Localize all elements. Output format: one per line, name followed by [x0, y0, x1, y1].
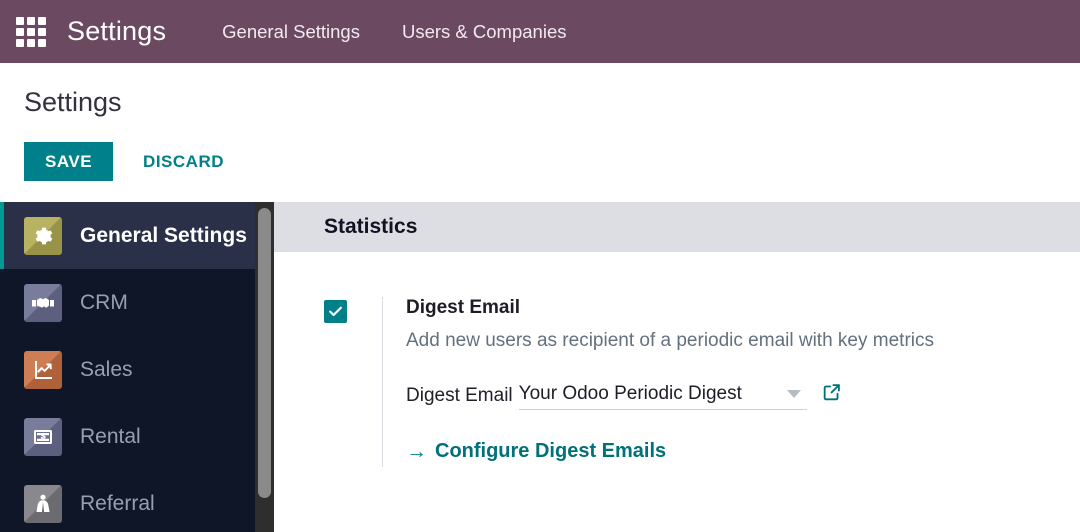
apps-grid-icon[interactable] — [16, 16, 46, 47]
digest-email-field-label: Digest Email — [406, 384, 513, 406]
grid-cell — [38, 38, 46, 47]
sidebar-item-rental[interactable]: Rental — [0, 403, 274, 470]
discard-button[interactable]: DISCARD — [129, 142, 238, 181]
setting-digest-email: Digest Email Add new users as recipient … — [274, 252, 1080, 467]
referral-person-icon — [24, 484, 62, 523]
digest-email-field-row: Digest Email Your Odoo Periodic Digest — [406, 381, 1080, 410]
grid-cell — [38, 27, 46, 36]
external-link-icon[interactable] — [821, 381, 843, 410]
handshake-icon — [24, 283, 62, 322]
rental-tag-icon — [24, 417, 62, 456]
section-header-statistics: Statistics — [274, 202, 1080, 252]
body-wrapper: General Settings CRM Sales Rental Referr… — [0, 202, 1080, 532]
sidebar-item-sales[interactable]: Sales — [0, 336, 274, 403]
sidebar-item-label: CRM — [80, 290, 128, 314]
digest-email-description: Add new users as recipient of a periodic… — [406, 329, 935, 351]
chevron-down-icon[interactable] — [786, 389, 801, 398]
sidebar-item-label: Referral — [80, 491, 155, 515]
sidebar-item-crm[interactable]: CRM — [0, 269, 274, 336]
grid-cell — [16, 16, 24, 25]
digest-email-select-value: Your Odoo Periodic Digest — [518, 382, 742, 404]
sidebar-scrollbar-thumb[interactable] — [258, 208, 271, 498]
grid-cell — [27, 38, 35, 47]
checkbox-cell — [324, 297, 382, 467]
digest-email-checkbox[interactable] — [324, 300, 347, 323]
grid-cell — [27, 27, 35, 36]
grid-cell — [16, 27, 24, 36]
arrow-right-icon: → — [406, 439, 427, 463]
configure-digest-emails-label: Configure Digest Emails — [435, 439, 667, 462]
top-navbar: Settings General Settings Users & Compan… — [0, 0, 1080, 63]
menu-users-companies[interactable]: Users & Companies — [402, 21, 567, 43]
settings-content: Statistics Digest Email Add new users as… — [274, 202, 1080, 532]
save-button[interactable]: SAVE — [24, 142, 114, 181]
configure-digest-emails-link[interactable]: → Configure Digest Emails — [406, 440, 666, 463]
sidebar-item-label: General Settings — [80, 223, 247, 247]
sidebar-scrollbar-track[interactable] — [255, 202, 274, 532]
menu-general-settings[interactable]: General Settings — [222, 21, 360, 43]
grid-cell — [38, 16, 46, 25]
page-title: Settings — [24, 87, 122, 117]
digest-detail: Digest Email Add new users as recipient … — [382, 297, 1080, 467]
grid-cell — [16, 38, 24, 47]
section-title: Statistics — [324, 215, 418, 238]
control-panel: Settings SAVE DISCARD — [0, 63, 1080, 202]
app-brand-title[interactable]: Settings — [67, 16, 166, 47]
chart-growth-icon — [24, 350, 62, 389]
settings-sidebar: General Settings CRM Sales Rental Referr… — [0, 202, 274, 532]
grid-cell — [27, 16, 35, 25]
action-button-row: SAVE DISCARD — [24, 142, 1080, 181]
digest-email-title[interactable]: Digest Email — [406, 297, 1080, 320]
gear-icon — [24, 216, 62, 255]
sidebar-item-referral[interactable]: Referral — [0, 470, 274, 532]
digest-email-select[interactable]: Your Odoo Periodic Digest — [518, 382, 807, 410]
sidebar-item-label: Sales — [80, 357, 133, 381]
sidebar-item-label: Rental — [80, 424, 141, 448]
sidebar-item-general-settings[interactable]: General Settings — [0, 202, 274, 269]
